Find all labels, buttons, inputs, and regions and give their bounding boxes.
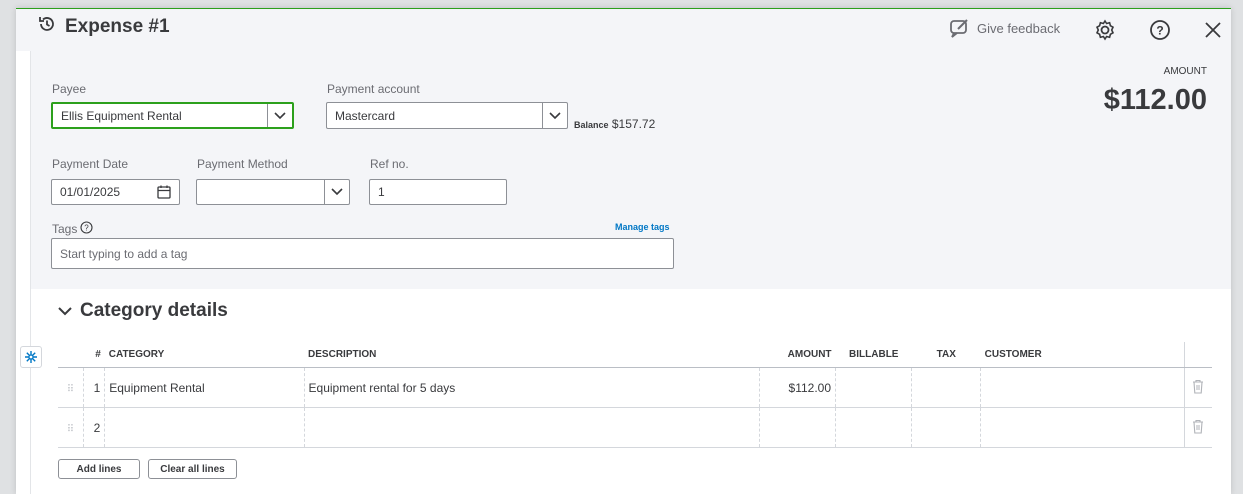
chevron-down-icon <box>58 306 72 315</box>
payment-date-label: Payment Date <box>52 157 129 171</box>
payment-account-value: Mastercard <box>335 108 396 123</box>
tags-label-wrap: Tags ? <box>52 221 93 237</box>
chevron-down-icon[interactable] <box>542 103 567 128</box>
chevron-down-icon[interactable] <box>267 104 292 127</box>
ref-no-input[interactable]: 1 <box>369 179 507 205</box>
row-description[interactable]: Equipment rental for 5 days <box>303 367 760 408</box>
sparkle-icon <box>25 351 37 363</box>
balance-label: Balance <box>574 120 609 130</box>
trash-icon[interactable] <box>1183 407 1212 448</box>
expense-panel: Expense #1 Give feedback ? Payee Ellis E… <box>16 8 1231 494</box>
payee-value: Ellis Equipment Rental <box>61 108 182 123</box>
amount-total: $112.00 <box>1103 84 1207 116</box>
col-num: # <box>83 342 105 368</box>
row-customer[interactable] <box>980 407 1185 448</box>
row-tax[interactable] <box>911 407 981 448</box>
history-icon[interactable] <box>37 14 57 40</box>
page-title: Expense #1 <box>37 14 170 40</box>
close-icon[interactable] <box>1203 20 1223 40</box>
feedback-icon <box>950 19 968 38</box>
payment-method-select[interactable] <box>196 179 350 205</box>
tags-label: Tags <box>52 222 78 236</box>
row-description[interactable] <box>303 407 760 448</box>
svg-text:?: ? <box>1156 24 1163 38</box>
payee-label: Payee <box>52 82 87 96</box>
category-details-title: Category details <box>80 300 228 321</box>
svg-text:?: ? <box>85 224 90 233</box>
drag-column-header <box>58 342 84 368</box>
manage-tags-link[interactable]: Manage tags <box>615 222 670 232</box>
clear-all-lines-button[interactable]: Clear all lines <box>148 459 237 479</box>
row-category[interactable] <box>104 407 305 448</box>
col-amount: AMOUNT <box>759 342 836 368</box>
help-icon[interactable]: ? <box>1149 19 1171 41</box>
row-billable[interactable] <box>835 407 912 448</box>
amount-label: AMOUNT <box>1163 66 1207 77</box>
header-bar: Expense #1 Give feedback ? <box>16 9 1231 51</box>
row-number: 2 <box>82 407 105 448</box>
trash-icon[interactable] <box>1183 367 1212 408</box>
give-feedback-button[interactable]: Give feedback <box>949 18 1060 38</box>
calendar-icon[interactable] <box>157 185 171 202</box>
row-amount[interactable]: $112.00 <box>758 367 836 408</box>
drag-handle-icon[interactable]: ⠿ <box>58 407 84 448</box>
col-category: CATEGORY <box>104 342 305 368</box>
row-customer[interactable] <box>980 367 1185 408</box>
feedback-label: Give feedback <box>977 20 1061 36</box>
table-row[interactable]: ⠿ 2 <box>58 407 1212 448</box>
drag-handle-icon[interactable]: ⠿ <box>58 367 84 408</box>
info-icon[interactable]: ? <box>80 221 93 237</box>
balance-value: $157.72 <box>611 117 656 131</box>
row-number: 1 <box>82 367 105 408</box>
row-category[interactable]: Equipment Rental <box>104 367 305 408</box>
category-details-toggle[interactable]: Category details <box>58 300 228 322</box>
table-header-row: # CATEGORY DESCRIPTION AMOUNT BILLABLE T… <box>58 342 1212 368</box>
col-tax: TAX <box>911 342 981 368</box>
payment-method-label: Payment Method <box>197 157 288 171</box>
payment-date-input[interactable]: 01/01/2025 <box>51 179 180 205</box>
col-customer: CUSTOMER <box>980 342 1185 368</box>
payment-date-value: 01/01/2025 <box>60 185 121 199</box>
category-table: # CATEGORY DESCRIPTION AMOUNT BILLABLE T… <box>58 342 1212 448</box>
tags-placeholder: Start typing to add a tag <box>60 246 188 261</box>
payment-account-select[interactable]: Mastercard <box>326 102 568 129</box>
col-description: DESCRIPTION <box>304 342 760 368</box>
payee-select[interactable]: Ellis Equipment Rental <box>51 102 294 129</box>
ref-no-label: Ref no. <box>370 157 409 171</box>
col-billable: BILLABLE <box>835 342 912 368</box>
side-widget-button[interactable] <box>20 346 42 368</box>
table-row[interactable]: ⠿ 1 Equipment Rental Equipment rental fo… <box>58 367 1212 408</box>
col-actions <box>1183 342 1212 368</box>
chevron-down-icon[interactable] <box>324 180 349 204</box>
tags-input[interactable]: Start typing to add a tag <box>51 238 674 269</box>
settings-gear-icon[interactable] <box>1094 19 1116 41</box>
balance-display: Balance $157.72 <box>574 117 655 131</box>
row-billable[interactable] <box>835 367 912 408</box>
row-tax[interactable] <box>911 367 981 408</box>
payment-account-label: Payment account <box>327 82 420 96</box>
left-rail <box>16 51 31 494</box>
row-amount[interactable] <box>758 407 836 448</box>
ref-no-value: 1 <box>378 185 385 199</box>
expense-title: Expense #1 <box>65 16 170 37</box>
add-lines-button[interactable]: Add lines <box>58 459 140 479</box>
